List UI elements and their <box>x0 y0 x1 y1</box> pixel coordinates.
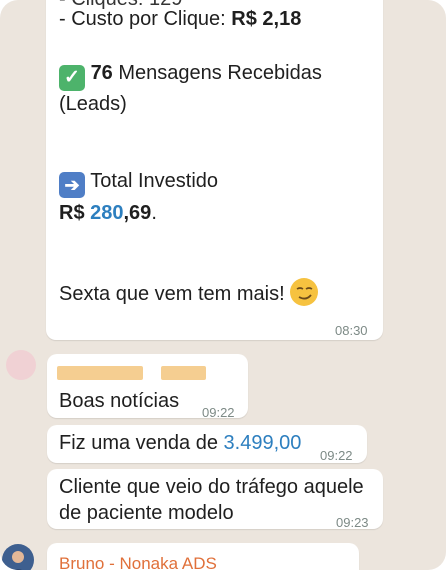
cost-per-click-line: - Custo por Clique: R$ 2,18 <box>59 8 302 30</box>
check-mark-icon: ✓ <box>59 65 85 91</box>
message-text: Boas notícias <box>59 390 180 412</box>
message-time: 09:23 <box>336 515 369 530</box>
message-bubble-client[interactable]: Cliente que veio do tráfego aquele de pa… <box>47 469 383 530</box>
right-arrow-icon: ➔ <box>59 172 85 198</box>
invested-amount: R$ 280,69. <box>59 202 157 224</box>
message-text: Cliente que veio do tráfego aquele de pa… <box>59 476 364 524</box>
sender-name-blurred <box>57 366 143 380</box>
avatar[interactable] <box>6 350 36 380</box>
sender-name-blurred <box>161 366 206 380</box>
chat-window: - Cliques: 129 - Custo por Clique: R$ 2,… <box>0 0 446 570</box>
total-invested-line: ➔ Total Investido <box>59 168 218 198</box>
sender-name: Bruno - Nonaka ADS <box>59 554 217 570</box>
sale-amount[interactable]: 3.499,00 <box>224 432 302 454</box>
message-bubble-partial[interactable]: Bruno - Nonaka ADS <box>47 543 359 570</box>
message-bubble-good-news[interactable]: Boas notícias 09:22 <box>47 354 248 420</box>
message-time: 09:22 <box>202 405 235 420</box>
message-time: 08:30 <box>335 323 368 338</box>
message-text: Fiz uma venda de 3.499,00 <box>59 432 302 454</box>
message-bubble-sale[interactable]: Fiz uma venda de 3.499,00 09:22 <box>47 425 367 463</box>
avatar[interactable] <box>2 544 34 570</box>
closing-line: Sexta que vem tem mais! <box>59 278 319 307</box>
message-bubble-report[interactable]: - Cliques: 129 - Custo por Clique: R$ 2,… <box>46 0 383 340</box>
smirk-emoji-icon <box>290 278 319 306</box>
leads-line: ✓ 76 Mensagens Recebidas (Leads) <box>59 62 322 115</box>
message-time: 09:22 <box>320 448 353 463</box>
